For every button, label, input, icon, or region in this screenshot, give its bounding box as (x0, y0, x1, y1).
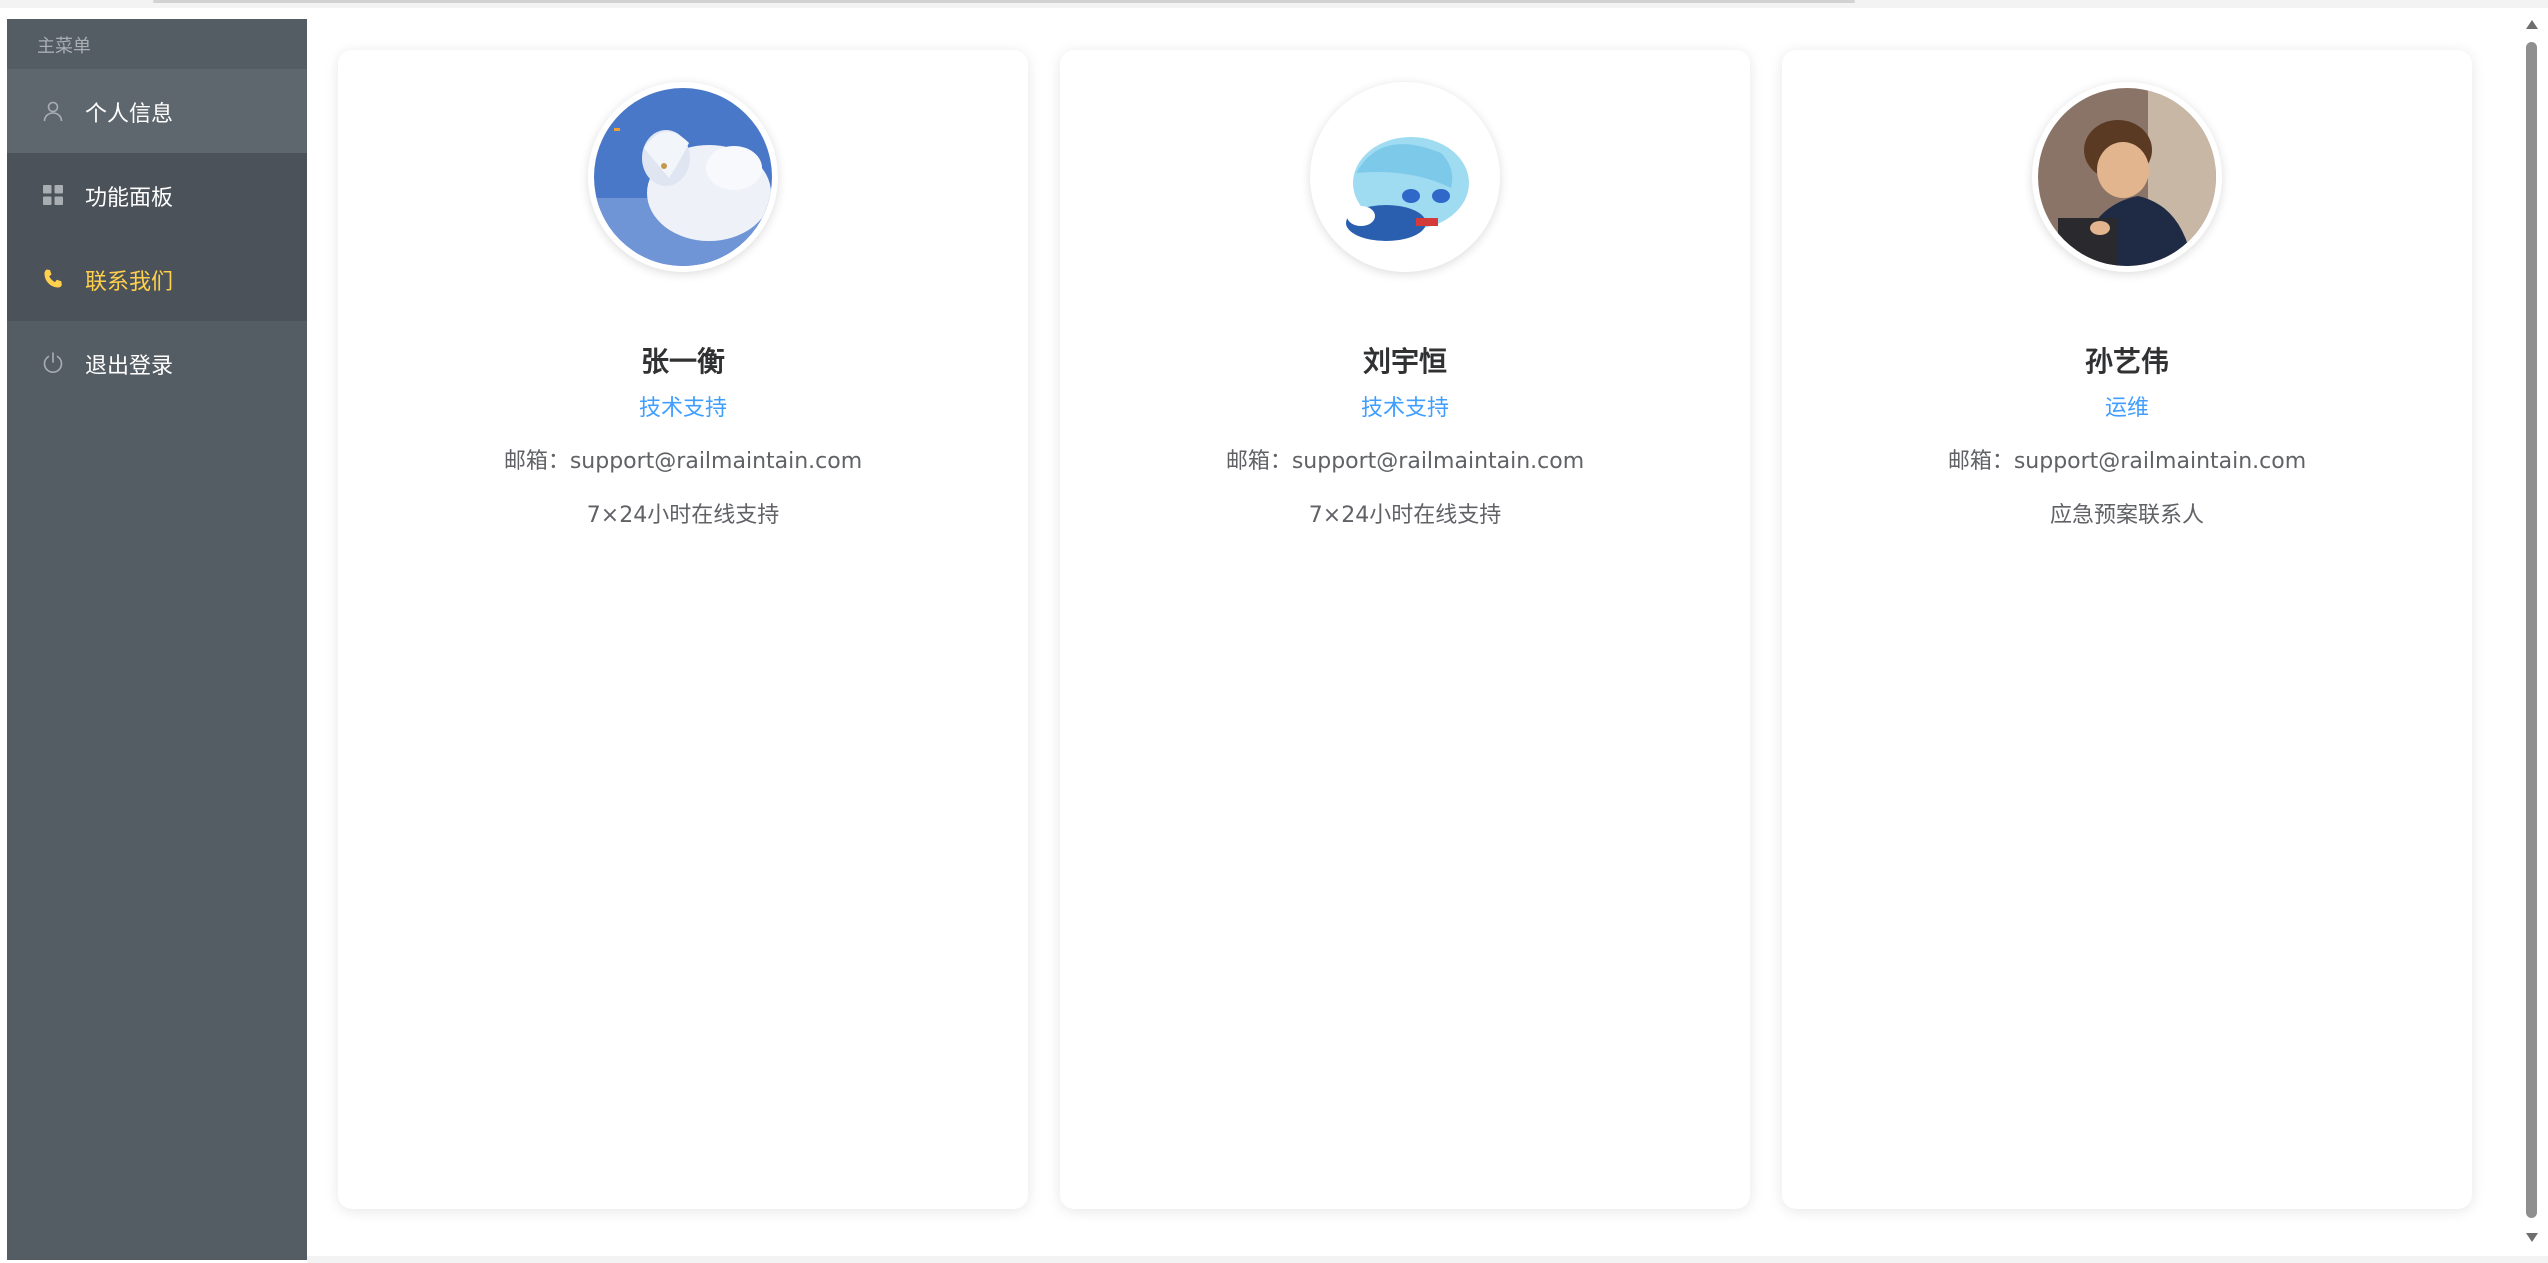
contact-email: 邮箱：support@railmaintain.com (1947, 449, 2307, 474)
sidebar-item-label: 退出登录 (85, 354, 174, 379)
contact-note: 7×24小时在线支持 (1308, 503, 1502, 528)
sidebar-item-contact[interactable]: 联系我们 (7, 237, 307, 321)
avatar (588, 82, 778, 272)
contact-role: 技术支持 (638, 396, 727, 421)
contact-name: 孙艺伟 (2084, 345, 2169, 378)
contact-name: 刘宇恒 (1362, 345, 1447, 378)
phone-icon (41, 267, 65, 291)
contact-card: 张一衡 技术支持 邮箱：support@railmaintain.com 7×2… (338, 50, 1028, 1209)
user-icon (41, 99, 65, 123)
contact-role: 运维 (2104, 396, 2149, 421)
contact-note: 应急预案联系人 (2049, 503, 2204, 528)
power-icon (41, 351, 65, 375)
bottom-edge (307, 1256, 2548, 1263)
contact-name: 张一衡 (640, 345, 725, 378)
sidebar-item-label: 联系我们 (85, 270, 174, 295)
contact-email: 邮箱：support@railmaintain.com (503, 449, 863, 474)
horizontal-scroll-thumb[interactable] (153, 0, 1855, 3)
avatar (1310, 82, 1500, 272)
top-scroll-track (0, 0, 2548, 8)
scroll-up-arrow-icon[interactable] (2526, 20, 2538, 29)
vertical-scrollbar[interactable] (2522, 14, 2542, 1248)
sidebar-item-label: 功能面板 (85, 186, 174, 211)
contact-note: 7×24小时在线支持 (586, 503, 780, 528)
scroll-down-arrow-icon[interactable] (2526, 1233, 2538, 1242)
avatar (2032, 82, 2222, 272)
sidebar-menu: 主菜单 个人信息 功能面板 联系我们 退出登录 (7, 19, 314, 1260)
contact-card: 孙艺伟 运维 邮箱：support@railmaintain.com 应急预案联… (1782, 50, 2472, 1209)
sidebar-item-logout[interactable]: 退出登录 (7, 321, 307, 405)
sidebar-item-profile[interactable]: 个人信息 (7, 69, 307, 153)
contact-email: 邮箱：support@railmaintain.com (1225, 449, 1585, 474)
menu-group-title: 主菜单 (37, 36, 91, 57)
contact-card: 刘宇恒 技术支持 邮箱：support@railmaintain.com 7×2… (1060, 50, 1750, 1209)
sidebar-gap (307, 405, 314, 1260)
vertical-scroll-thumb[interactable] (2526, 42, 2537, 1218)
sidebar-item-label: 个人信息 (85, 102, 174, 127)
sidebar-item-dashboard[interactable]: 功能面板 (7, 153, 307, 237)
contact-role: 技术支持 (1360, 396, 1449, 421)
grid-icon (41, 183, 65, 207)
